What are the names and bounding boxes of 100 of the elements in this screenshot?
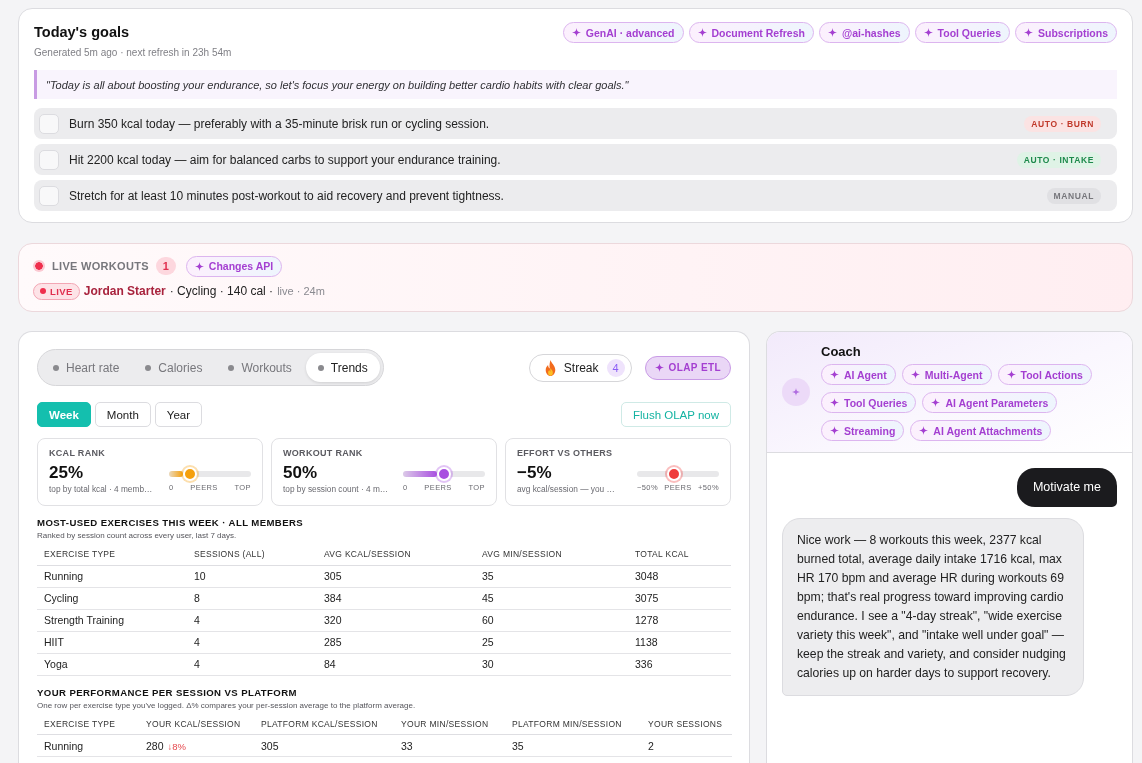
- table-cell: 1278: [628, 609, 731, 631]
- dot-icon: [228, 364, 235, 371]
- table-cell: 3048: [628, 565, 731, 587]
- goals-meta: Generated 5m ago · next refresh in 23h 54m: [34, 47, 232, 59]
- feature-chip[interactable]: AI Agent: [821, 364, 896, 385]
- table-cell: 3075: [628, 587, 731, 609]
- flush-olap-button[interactable]: Flush OLAP now: [620, 402, 731, 427]
- rank-value: 50%: [283, 462, 318, 484]
- rank-label: EFFORT VS OTHERS: [517, 447, 613, 459]
- goal-text: Burn 350 kcal today — preferably with a 35-minute brisk run or cycling session.: [69, 116, 491, 131]
- chart-tab[interactable]: Calories: [133, 353, 215, 382]
- feature-chip[interactable]: Multi-Agent: [901, 364, 992, 385]
- feature-chip[interactable]: Tool Queries: [821, 392, 917, 413]
- table-cell: 60: [475, 609, 628, 631]
- table-cell: 45: [475, 587, 628, 609]
- rank-value: −5%: [517, 462, 552, 484]
- streak-count: 4: [606, 358, 625, 377]
- feature-chip[interactable]: Tool Queries: [914, 22, 1010, 43]
- chart-tab[interactable]: Workouts: [216, 353, 304, 382]
- section-subtitle: One row per exercise type you've logged. Δ% compares your per-session average to the platform average.: [37, 699, 417, 711]
- feature-chip[interactable]: Document Refresh: [688, 22, 814, 43]
- goal-type-badge: AUTO · BURN: [1024, 115, 1101, 132]
- feature-chip[interactable]: Subscriptions: [1015, 22, 1117, 43]
- flame-icon: [544, 359, 556, 376]
- period-button[interactable]: Year: [154, 402, 203, 427]
- athlete-name: Jordan Starter: [83, 284, 166, 298]
- goal-type-badge: MANUAL: [1046, 187, 1101, 204]
- table-cell: 84: [317, 653, 475, 675]
- table-cell: 305: [317, 565, 475, 587]
- motivation-quote: "Today is all about boosting your endurance, so let's focus your energy on building better cardio habits with clear goals.": [34, 70, 1117, 99]
- chart-tab[interactable]: Trends: [305, 353, 380, 382]
- table-cell: 30: [475, 653, 628, 675]
- live-workouts-title: LIVE WORKOUTS: [52, 260, 149, 272]
- table-cell: Yoga: [37, 653, 187, 675]
- column-header: TOTAL KCAL: [628, 544, 731, 565]
- feature-chip[interactable]: Streaming: [821, 420, 905, 441]
- period-button[interactable]: Month: [94, 402, 151, 427]
- slider-thumb[interactable]: [437, 467, 451, 481]
- sparkle-icon: [910, 370, 920, 379]
- column-header: EXERCISE TYPE: [37, 713, 139, 735]
- sparkle-icon: [1006, 370, 1016, 379]
- sparkle-icon: [919, 426, 929, 435]
- workout-details: · Cycling · 140 cal ·: [169, 284, 274, 298]
- feature-chip[interactable]: OLAP ETL: [644, 355, 731, 380]
- sparkle-icon: [1024, 28, 1033, 37]
- column-header: AVG KCAL/SESSION: [317, 544, 475, 565]
- live-badge-label: LIVE: [50, 285, 73, 297]
- column-header: SESSIONS (ALL): [187, 544, 317, 565]
- dot-icon: [53, 364, 59, 371]
- sparkle-icon: [792, 388, 800, 396]
- checkbox[interactable]: [39, 113, 59, 134]
- table-cell: 285: [317, 631, 475, 653]
- table-cell: 305: [254, 734, 394, 757]
- sparkle-icon: [830, 370, 839, 379]
- sparkle-icon: [571, 28, 581, 37]
- rank-caption: top by session count · 4 m…: [283, 484, 389, 495]
- sparkle-icon: [654, 363, 664, 372]
- streak-button[interactable]: Streak 4: [528, 353, 632, 382]
- table-cell: Running: [37, 565, 187, 587]
- coach-title: Coach: [821, 343, 861, 360]
- table-cell: 1138: [628, 631, 731, 653]
- goal-text: Stretch for at least 10 minutes post-workout to aid recovery and prevent tightness.: [69, 188, 505, 203]
- checkbox[interactable]: [39, 149, 59, 170]
- sparkle-icon: [931, 398, 941, 407]
- column-header: YOUR MIN/SESSION: [394, 713, 505, 735]
- rank-caption: top by total kcal · 4 memb…: [49, 484, 153, 495]
- table-cell: Cycling: [37, 587, 187, 609]
- table-cell: Running: [37, 734, 139, 757]
- feature-chip[interactable]: GenAI · advanced: [562, 22, 684, 43]
- table-cell: 320: [317, 609, 475, 631]
- assistant-message: Nice work — 8 workouts this week, 2377 kcal burned total, average daily intake 1716 kcal, max HR 170 bpm and average HR during workouts 69 bpm; that's real progress toward improving cardio endurance. I see a "4-day streak", "wide exercise variety this week", and "intake well under goal" — keep the streak and variety, and consider nudging calories up on harder days to support recovery.: [782, 518, 1084, 696]
- rank-value: 25%: [49, 462, 84, 484]
- feature-chip[interactable]: @ai-hashes: [818, 22, 910, 43]
- slider-fill: [403, 471, 437, 477]
- table-cell: 25: [475, 631, 628, 653]
- column-header: PLATFORM MIN/SESSION: [505, 713, 641, 735]
- table-cell: 35: [505, 734, 641, 757]
- feature-chip[interactable]: AI Agent Parameters: [922, 392, 1058, 413]
- delta-value: ↓8%: [167, 740, 186, 752]
- table-cell: 33: [394, 734, 505, 757]
- goal-text: Hit 2200 kcal today — aim for balanced carbs to support your endurance training.: [69, 152, 502, 167]
- chart-tab[interactable]: Heart rate: [41, 353, 132, 382]
- live-count-badge: 1: [155, 257, 176, 275]
- rank-caption: avg kcal/session — you …: [517, 484, 615, 495]
- slider-thumb[interactable]: [182, 467, 197, 481]
- feature-chip[interactable]: AI Agent Attachments: [910, 420, 1052, 441]
- feature-chip[interactable]: Tool Actions: [997, 364, 1092, 385]
- table-cell: 4: [187, 631, 317, 653]
- goal-type-badge: AUTO · INTAKE: [1016, 151, 1101, 168]
- goals-title: Today's goals: [34, 23, 130, 42]
- sparkle-icon: [830, 426, 839, 435]
- slider-thumb[interactable]: [666, 467, 681, 481]
- table-cell: Strength Training: [37, 609, 187, 631]
- checkbox[interactable]: [39, 185, 59, 206]
- feature-chip[interactable]: Changes API: [185, 255, 283, 277]
- section-title: YOUR PERFORMANCE PER SESSION VS PLATFORM: [37, 685, 298, 699]
- cell-value: 280: [146, 739, 164, 752]
- live-dot-icon: [40, 288, 46, 294]
- column-header: EXERCISE TYPE: [37, 544, 187, 565]
- period-button[interactable]: Week: [37, 402, 91, 427]
